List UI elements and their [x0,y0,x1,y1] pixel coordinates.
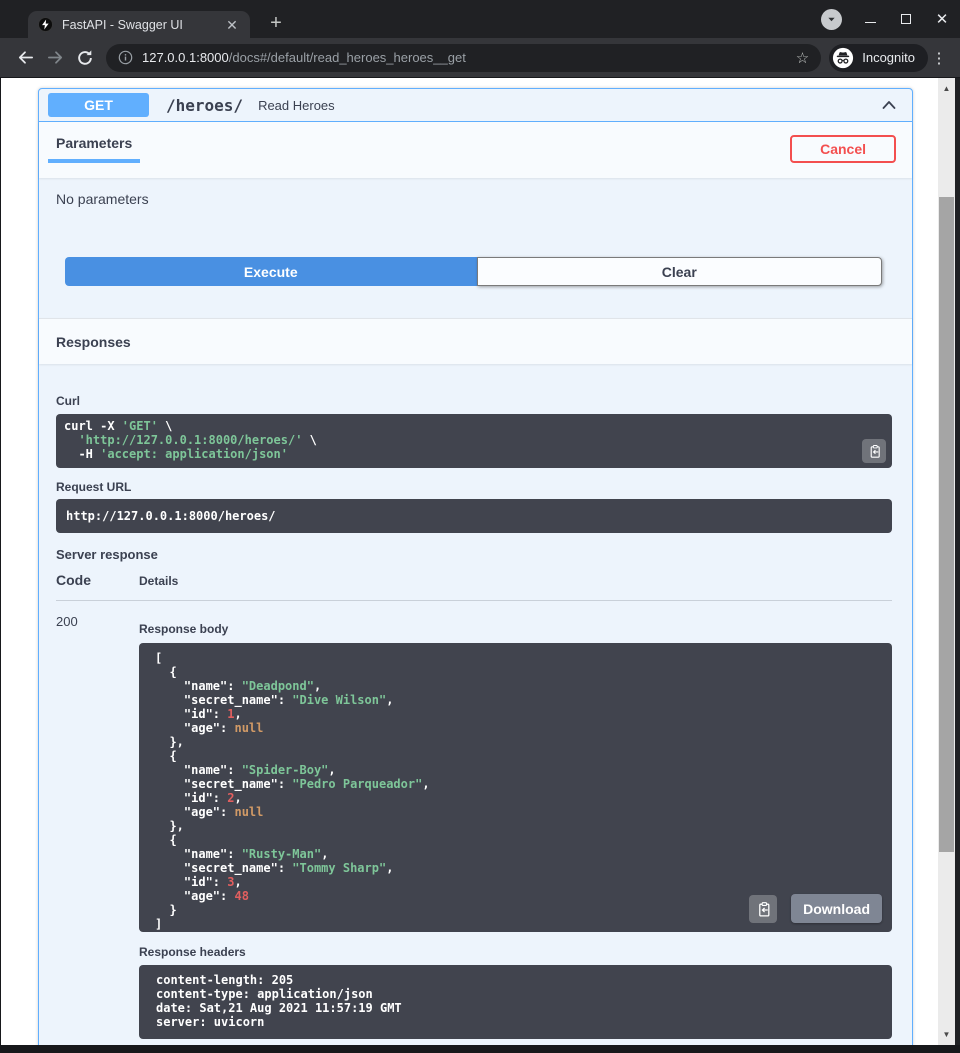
minimize-button[interactable] [862,11,878,27]
window-controls: ✕ [821,0,950,38]
status-code: 200 [56,613,139,1039]
server-response-title: Server response [56,547,892,562]
incognito-badge: Incognito [829,44,928,72]
response-body-code: [ { "name": "Deadpond", "secret_name": "… [139,643,892,932]
responses-title: Responses [56,334,131,350]
scroll-down-icon[interactable]: ▼ [938,1030,955,1039]
details-column-header: Details [139,572,178,588]
fastapi-favicon-icon [38,17,53,32]
content-area: GET /heroes/ Read Heroes Parameters Canc… [0,78,960,1045]
maximize-button[interactable] [898,11,914,27]
incognito-icon [832,47,854,69]
url-host: 127.0.0.1:8000 [142,50,229,65]
url-text[interactable]: 127.0.0.1:8000/docs#/default/read_heroes… [142,50,787,65]
response-headers-code: content-length: 205 content-type: applic… [139,965,892,1039]
new-tab-button[interactable]: + [262,9,290,37]
parameters-body: No parameters [39,178,912,207]
copy-curl-button[interactable] [862,439,886,463]
no-parameters-text: No parameters [56,191,895,207]
tab-parameters[interactable]: Parameters [48,135,140,163]
back-button[interactable] [10,43,40,73]
response-body-label: Response body [139,622,892,636]
opblock-get-heroes: GET /heroes/ Read Heroes Parameters Canc… [38,88,913,1045]
reload-button[interactable] [70,43,100,73]
method-badge: GET [48,93,149,117]
browser-titlebar: FastAPI - Swagger UI ✕ + ✕ [0,0,960,38]
response-headers-label: Response headers [139,945,892,959]
vertical-scrollbar[interactable]: ▲ ▼ [938,78,955,1045]
scroll-up-icon[interactable]: ▲ [938,84,955,93]
response-table-header: Code Details [56,572,892,601]
page-info-icon[interactable] [118,50,133,65]
url-bar[interactable]: 127.0.0.1:8000/docs#/default/read_heroes… [106,44,821,72]
code-column-header: Code [56,572,139,588]
scrollbar-thumb[interactable] [939,197,954,852]
response-body-actions: Download [749,894,882,923]
window-bottom-edge [0,1045,960,1053]
window-right-edge [955,78,960,1045]
url-path: /docs#/default/read_heroes_heroes__get [229,50,466,65]
execute-row: Execute Clear [39,257,912,286]
forward-button[interactable] [40,43,70,73]
swagger-page: GET /heroes/ Read Heroes Parameters Canc… [0,78,938,1045]
profile-button[interactable] [821,9,842,30]
tab-close-icon[interactable]: ✕ [224,18,240,32]
browser-tab[interactable]: FastAPI - Swagger UI ✕ [28,11,250,38]
close-window-button[interactable]: ✕ [934,11,950,27]
response-details: Response body [ { "name": "Deadpond", "s… [139,613,892,1039]
browser-toolbar: 127.0.0.1:8000/docs#/default/read_heroes… [0,38,960,78]
browser-menu-icon[interactable]: ⋮ [928,49,950,67]
execute-button[interactable]: Execute [65,257,477,286]
clear-button[interactable]: Clear [477,257,882,286]
download-button[interactable]: Download [791,894,882,923]
curl-label: Curl [56,394,892,408]
endpoint-summary: Read Heroes [258,98,879,113]
bookmark-star-icon[interactable]: ☆ [796,49,809,67]
curl-block: curl -X 'GET' \ 'http://127.0.0.1:8000/h… [56,414,892,468]
copy-response-button[interactable] [749,895,777,923]
opblock-summary[interactable]: GET /heroes/ Read Heroes [39,89,912,122]
request-url-label: Request URL [56,480,892,494]
parameters-section-header: Parameters Cancel [39,122,912,178]
response-row-200: 200 Response body [ { "name": "Deadpond"… [56,601,892,1039]
request-url-value: http://127.0.0.1:8000/heroes/ [56,499,892,533]
tab-title: FastAPI - Swagger UI [62,18,215,32]
cancel-button[interactable]: Cancel [790,135,896,163]
responses-section-header: Responses [39,318,912,364]
browser-window: FastAPI - Swagger UI ✕ + ✕ 127.0.0.1: [0,0,960,1053]
incognito-label: Incognito [862,50,915,65]
collapse-chevron-icon[interactable] [879,95,899,115]
curl-code: curl -X 'GET' \ 'http://127.0.0.1:8000/h… [56,414,892,468]
responses-body: Curl curl -X 'GET' \ 'http://127.0.0.1:8… [39,364,912,1045]
response-body-block: [ { "name": "Deadpond", "secret_name": "… [139,643,892,932]
endpoint-path: /heroes/ [166,96,243,115]
